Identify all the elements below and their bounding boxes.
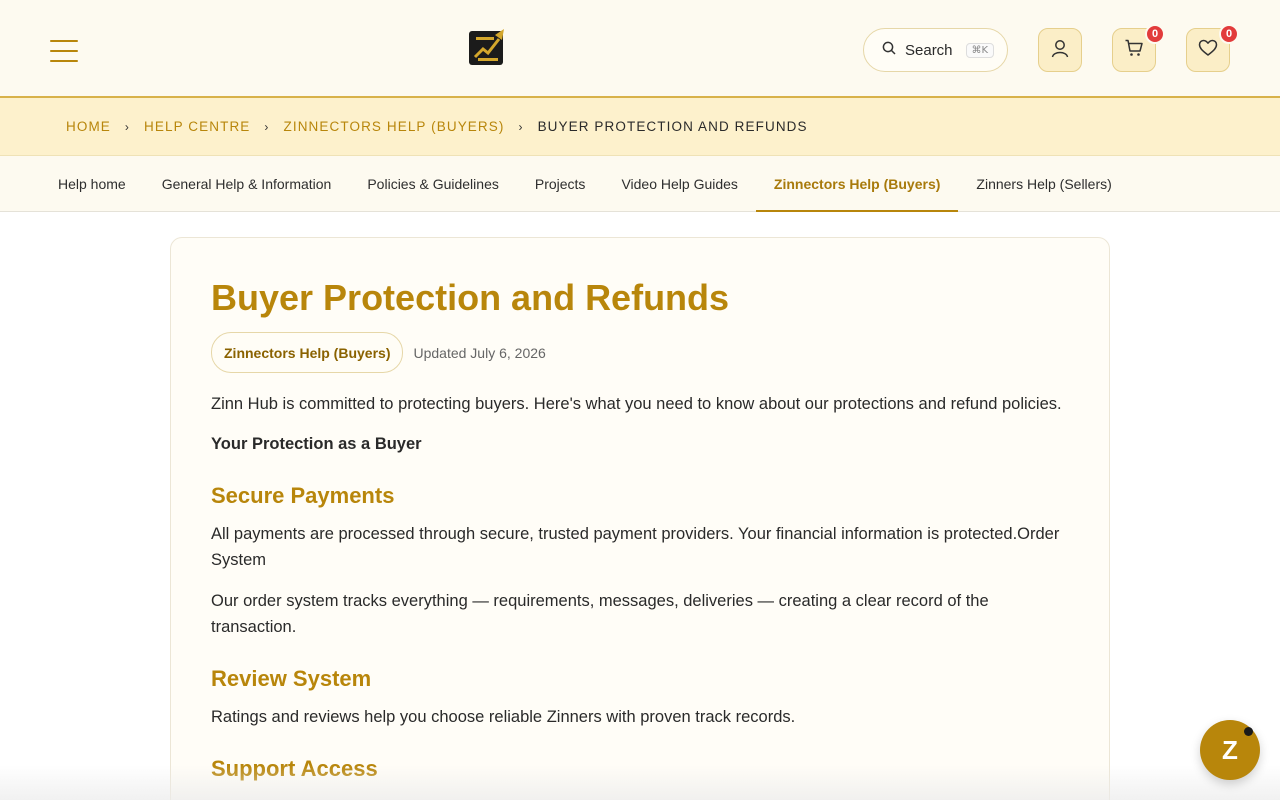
review-system-text: Ratings and reviews help you choose reli…: [211, 708, 796, 726]
article-meta: Zinnectors Help (Buyers) Updated July 6,…: [211, 332, 1069, 373]
user-icon: [1050, 38, 1070, 63]
help-tabs: Help home General Help & Information Pol…: [0, 156, 1280, 212]
account-button[interactable]: [1038, 28, 1082, 72]
tab-policies[interactable]: Policies & Guidelines: [349, 156, 517, 211]
logo-icon[interactable]: [469, 27, 505, 65]
secure-payments-text: All payments are processed through secur…: [211, 525, 1060, 569]
breadcrumb-current: BUYER PROTECTION AND REFUNDS: [537, 119, 808, 134]
wishlist-count-badge: 0: [1219, 24, 1239, 44]
search-icon: [882, 41, 896, 60]
article-card: Buyer Protection and Refunds Zinnectors …: [170, 237, 1110, 800]
breadcrumb: HOME › HELP CENTRE › ZINNECTORS HELP (BU…: [0, 98, 1280, 156]
chat-status-dot: [1244, 727, 1253, 736]
tab-general-help[interactable]: General Help & Information: [144, 156, 350, 211]
intro-paragraph: Zinn Hub is committed to protecting buye…: [211, 395, 1062, 413]
chevron-right-icon: ›: [124, 119, 131, 134]
cart-count-badge: 0: [1145, 24, 1165, 44]
secure-payments-heading: Secure Payments: [211, 483, 395, 508]
wishlist-button[interactable]: 0: [1186, 24, 1239, 72]
chat-label: Z: [1222, 734, 1238, 765]
search-shortcut: ⌘K: [965, 42, 995, 58]
heart-icon: [1198, 38, 1218, 63]
review-system-heading: Review System: [211, 666, 372, 691]
tab-projects[interactable]: Projects: [517, 156, 604, 211]
breadcrumb-help-centre[interactable]: HELP CENTRE: [144, 119, 250, 134]
search-label: Search: [905, 41, 953, 59]
cart-icon: [1124, 38, 1144, 63]
cart-button[interactable]: 0: [1112, 24, 1165, 72]
category-badge[interactable]: Zinnectors Help (Buyers): [211, 332, 404, 373]
breadcrumb-zinnectors-help[interactable]: ZINNECTORS HELP (BUYERS): [284, 119, 505, 134]
order-system-text: Our order system tracks everything — req…: [211, 592, 989, 636]
page-title: Buyer Protection and Refunds: [211, 277, 730, 318]
chevron-right-icon: ›: [264, 119, 270, 134]
chat-button[interactable]: Z: [1200, 720, 1260, 780]
tab-video-guides[interactable]: Video Help Guides: [603, 156, 755, 211]
breadcrumb-home[interactable]: HOME: [66, 119, 111, 134]
chevron-right-icon: ›: [518, 119, 524, 134]
support-access-heading: Support Access: [211, 756, 378, 781]
tab-help-home[interactable]: Help home: [40, 156, 144, 211]
protection-heading: Your Protection as a Buyer: [211, 435, 422, 453]
tab-zinners-help[interactable]: Zinners Help (Sellers): [958, 156, 1129, 211]
tab-zinnectors-help[interactable]: Zinnectors Help (Buyers): [755, 156, 959, 212]
site-header: Search ⌘K 0 0: [0, 0, 1280, 98]
search-button[interactable]: Search ⌘K: [863, 28, 1008, 72]
updated-date: Updated July 6, 2026: [413, 344, 546, 361]
menu-icon[interactable]: [50, 40, 78, 62]
